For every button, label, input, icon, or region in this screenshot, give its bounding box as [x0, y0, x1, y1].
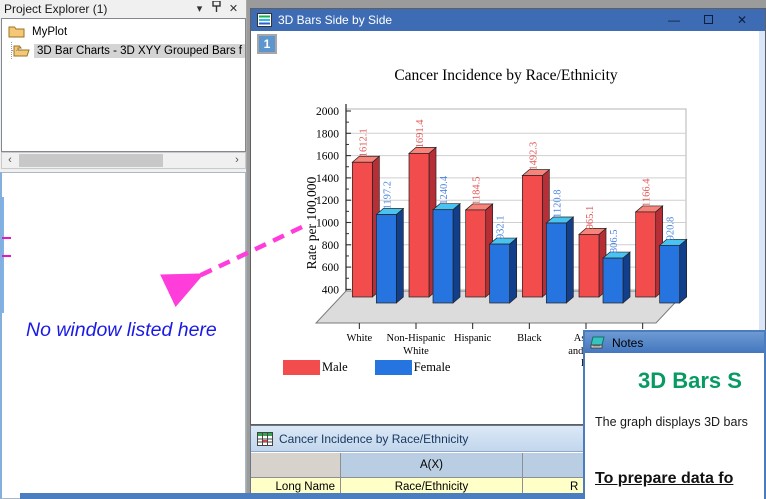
bar-female-0[interactable]	[376, 209, 403, 303]
y-tick-label: 1400	[316, 173, 339, 185]
y-tick-label: 1200	[316, 195, 339, 207]
notes-title: Notes	[612, 336, 643, 350]
project-explorer-panel: Project Explorer (1) ▾ ✕ MyPlot 3D Bar C…	[0, 0, 247, 499]
worksheet-title: Cancer Incidence by Race/Ethnicity	[279, 432, 468, 446]
bar-male-0[interactable]	[352, 156, 379, 297]
legend-item-female: Female	[375, 360, 451, 375]
bottom-window-edge	[20, 493, 583, 499]
graph-window-titlebar[interactable]: 3D Bars Side by Side — ✕	[251, 9, 765, 31]
pin-icon[interactable]	[208, 1, 225, 17]
bar-female-4[interactable]	[603, 252, 630, 303]
y-tick-label: 1800	[316, 128, 339, 140]
bar-value-label: 1166.4	[642, 178, 653, 207]
notes-body-text: The graph displays 3D bars	[595, 415, 748, 429]
notes-titlebar[interactable]: Notes	[585, 332, 764, 353]
project-explorer-window-list[interactable]: No window listed here	[0, 172, 246, 499]
x-axis-label: Black	[496, 333, 562, 346]
scroll-right-icon[interactable]: ›	[229, 153, 245, 168]
notes-window: Notes 3D Bars S The graph displays 3D ba…	[583, 330, 766, 499]
y-tick-label: 2000	[316, 106, 339, 118]
magenta-tick	[2, 255, 11, 257]
folder-icon	[8, 25, 25, 38]
bar-male-5[interactable]	[636, 206, 663, 297]
tree-item-myplot[interactable]: MyPlot	[2, 23, 245, 40]
bar-female-1[interactable]	[433, 204, 460, 303]
column-a-header[interactable]: A(X)	[341, 453, 523, 478]
y-tick-label: 600	[322, 262, 340, 274]
y-tick-label: 1000	[316, 218, 339, 230]
tree-item-label: 3D Bar Charts - 3D XYY Grouped Bars f	[34, 44, 245, 58]
tree-item-3d-bar-charts[interactable]: 3D Bar Charts - 3D XYY Grouped Bars f	[2, 42, 245, 59]
male-color-swatch	[283, 360, 320, 375]
empty-note-annotation: No window listed here	[26, 319, 217, 342]
notes-content[interactable]: 3D Bars S The graph displays 3D bars To …	[585, 353, 764, 499]
minimize-button[interactable]: —	[657, 13, 691, 27]
bar-value-label: 1120.8	[552, 190, 563, 219]
bar-value-label: 1197.2	[382, 181, 393, 210]
bar-male-1[interactable]	[409, 147, 436, 297]
horizontal-scrollbar[interactable]: ‹ ›	[1, 152, 246, 169]
female-color-swatch	[375, 360, 412, 375]
close-icon[interactable]: ✕	[225, 1, 242, 17]
origin-workspace: Project Explorer (1) ▾ ✕ MyPlot 3D Bar C…	[0, 0, 766, 499]
bar-value-label: 1691.4	[415, 119, 426, 149]
bar-male-3[interactable]	[522, 170, 549, 297]
project-explorer-tree[interactable]: MyPlot 3D Bar Charts - 3D XYY Grouped Ba…	[1, 18, 246, 152]
legend-label: Female	[414, 360, 451, 375]
y-tick-label: 1600	[316, 151, 339, 163]
maximize-button[interactable]	[691, 13, 725, 27]
close-button[interactable]: ✕	[725, 13, 759, 27]
legend-item-male: Male	[283, 360, 348, 375]
project-explorer-titlebar[interactable]: Project Explorer (1) ▾ ✕	[0, 0, 246, 18]
chevron-down-icon[interactable]: ▾	[191, 1, 208, 17]
bar-value-label: 965.1	[585, 206, 596, 230]
bar-value-label: 806.5	[609, 229, 620, 253]
bar-value-label: 920.8	[666, 217, 677, 241]
graph-window-icon	[257, 13, 272, 27]
y-tick-label: 800	[322, 240, 340, 252]
corner-cell[interactable]	[251, 453, 341, 478]
bar-value-label: 932.1	[496, 215, 507, 239]
bar-value-label: 1492.3	[528, 142, 539, 171]
tree-connector	[11, 42, 13, 59]
bar-female-5[interactable]	[660, 239, 687, 303]
project-explorer-title: Project Explorer (1)	[4, 2, 191, 16]
scrollbar-track[interactable]	[18, 153, 229, 168]
bar-female-3[interactable]	[546, 217, 573, 303]
bar-value-label: 1184.5	[472, 176, 483, 205]
worksheet-icon	[257, 432, 273, 446]
notes-subheading: To prepare data fo	[595, 470, 733, 488]
legend-label: Male	[322, 360, 348, 375]
bar-male-4[interactable]	[579, 228, 606, 297]
magenta-tick	[2, 237, 11, 239]
scroll-left-icon[interactable]: ‹	[2, 153, 18, 168]
bar-value-label: 1612.1	[358, 128, 369, 157]
notes-heading: 3D Bars S	[638, 368, 742, 394]
chart-legend[interactable]: Male Female	[283, 360, 450, 375]
graph-window-title: 3D Bars Side by Side	[278, 13, 657, 27]
y-tick-label: 400	[322, 284, 340, 296]
bar-female-2[interactable]	[490, 238, 517, 303]
notes-icon	[590, 336, 606, 349]
bar-value-label: 1240.4	[439, 175, 450, 205]
tree-item-label: MyPlot	[29, 25, 70, 39]
bar-male-2[interactable]	[466, 204, 493, 297]
scrollbar-thumb[interactable]	[19, 154, 163, 167]
